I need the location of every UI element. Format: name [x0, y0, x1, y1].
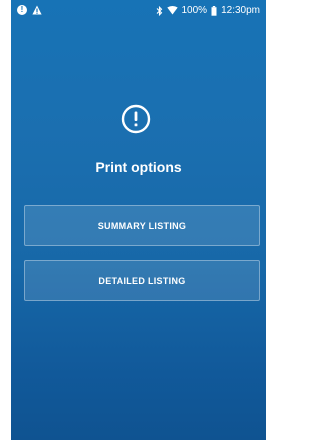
info-icon: ! — [17, 5, 27, 15]
exclamation-circle-icon — [121, 104, 151, 134]
clock-time: 12:30pm — [221, 5, 260, 16]
status-right-icons: 100% 12:30pm — [156, 5, 260, 16]
detailed-listing-button[interactable]: DETAILED LISTING — [24, 260, 260, 301]
dialog-title: Print options — [95, 159, 182, 175]
status-left-icons: ! — [17, 5, 42, 15]
battery-percent: 100% — [181, 5, 208, 16]
detailed-listing-label: DETAILED LISTING — [98, 275, 186, 286]
screen: ! 100% 12:30pm Print options SUMMARY LIS… — [11, 0, 266, 440]
summary-listing-label: SUMMARY LISTING — [97, 220, 187, 231]
warning-icon — [32, 5, 42, 15]
battery-icon — [211, 5, 217, 16]
status-bar: ! 100% 12:30pm — [11, 0, 266, 22]
bluetooth-icon — [156, 5, 162, 16]
wifi-icon — [166, 6, 178, 15]
summary-listing-button[interactable]: SUMMARY LISTING — [24, 205, 260, 246]
